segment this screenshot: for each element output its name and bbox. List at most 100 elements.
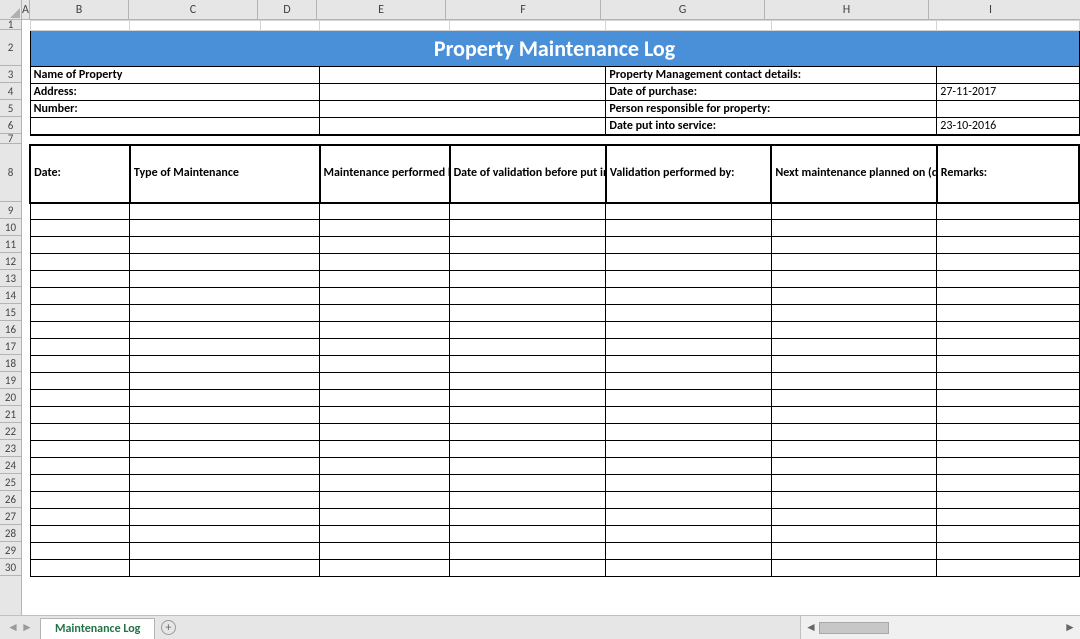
row-header-14[interactable]: 14 <box>0 287 21 304</box>
table-cell[interactable] <box>450 237 606 254</box>
table-cell[interactable] <box>450 271 606 288</box>
field-number[interactable] <box>320 101 606 118</box>
table-cell[interactable] <box>320 237 450 254</box>
table-cell[interactable] <box>937 475 1079 492</box>
table-cell[interactable] <box>606 237 771 254</box>
table-cell[interactable] <box>130 373 320 390</box>
row-header-4[interactable]: 4 <box>0 83 21 100</box>
table-cell[interactable] <box>606 390 771 407</box>
table-cell[interactable] <box>320 254 450 271</box>
table-cell[interactable] <box>937 492 1079 509</box>
table-cell[interactable] <box>450 305 606 322</box>
table-cell[interactable] <box>450 407 606 424</box>
col-header-B[interactable]: B <box>30 0 129 19</box>
scroll-right-icon[interactable]: ► <box>1062 620 1078 636</box>
table-cell[interactable] <box>937 390 1079 407</box>
row-header-5[interactable]: 5 <box>0 100 21 117</box>
field-address[interactable] <box>320 84 606 101</box>
table-cell[interactable] <box>937 288 1079 305</box>
table-cell[interactable] <box>771 305 936 322</box>
table-cell[interactable] <box>320 203 450 220</box>
row-header-8[interactable]: 8 <box>0 144 21 202</box>
table-cell[interactable] <box>30 492 130 509</box>
table-cell[interactable] <box>606 560 771 577</box>
table-cell[interactable] <box>450 475 606 492</box>
table-cell[interactable] <box>606 492 771 509</box>
table-cell[interactable] <box>771 458 936 475</box>
table-cell[interactable] <box>771 543 936 560</box>
col-header-H[interactable]: H <box>765 0 929 19</box>
table-cell[interactable] <box>937 271 1079 288</box>
table-cell[interactable] <box>130 254 320 271</box>
table-cell[interactable] <box>606 305 771 322</box>
table-cell[interactable] <box>130 475 320 492</box>
table-cell[interactable] <box>771 237 936 254</box>
row-header-16[interactable]: 16 <box>0 321 21 338</box>
field-responsible[interactable] <box>937 101 1079 118</box>
table-cell[interactable] <box>30 305 130 322</box>
table-cell[interactable] <box>450 509 606 526</box>
row-header-20[interactable]: 20 <box>0 389 21 406</box>
col-header-F[interactable]: F <box>446 0 601 19</box>
table-cell[interactable] <box>606 288 771 305</box>
table-cell[interactable] <box>771 356 936 373</box>
table-cell[interactable] <box>937 237 1079 254</box>
table-cell[interactable] <box>771 441 936 458</box>
table-cell[interactable] <box>130 424 320 441</box>
table-cell[interactable] <box>320 305 450 322</box>
table-cell[interactable] <box>450 424 606 441</box>
table-cell[interactable] <box>30 543 130 560</box>
table-cell[interactable] <box>606 441 771 458</box>
row-header-27[interactable]: 27 <box>0 508 21 525</box>
table-cell[interactable] <box>937 373 1079 390</box>
table-cell[interactable] <box>450 526 606 543</box>
field-contact-details[interactable] <box>937 67 1079 84</box>
row-header-26[interactable]: 26 <box>0 491 21 508</box>
table-cell[interactable] <box>450 203 606 220</box>
table-cell[interactable] <box>937 407 1079 424</box>
table-cell[interactable] <box>320 373 450 390</box>
table-cell[interactable] <box>320 560 450 577</box>
row-header-11[interactable]: 11 <box>0 236 21 253</box>
table-cell[interactable] <box>30 220 130 237</box>
table-cell[interactable] <box>450 356 606 373</box>
table-cell[interactable] <box>937 203 1079 220</box>
table-cell[interactable] <box>771 322 936 339</box>
table-cell[interactable] <box>30 203 130 220</box>
table-cell[interactable] <box>606 373 771 390</box>
scroll-left-icon[interactable]: ◄ <box>803 620 819 636</box>
table-cell[interactable] <box>130 543 320 560</box>
table-cell[interactable] <box>130 203 320 220</box>
row-header-22[interactable]: 22 <box>0 423 21 440</box>
row-header-23[interactable]: 23 <box>0 440 21 457</box>
row-header-2[interactable]: 2 <box>0 30 21 66</box>
table-cell[interactable] <box>130 526 320 543</box>
col-header-E[interactable]: E <box>317 0 446 19</box>
tab-maintenance-log[interactable]: Maintenance Log <box>40 618 155 639</box>
table-cell[interactable] <box>30 271 130 288</box>
table-cell[interactable] <box>320 390 450 407</box>
table-cell[interactable] <box>771 526 936 543</box>
row-header-19[interactable]: 19 <box>0 372 21 389</box>
row-header-13[interactable]: 13 <box>0 270 21 287</box>
table-cell[interactable] <box>30 560 130 577</box>
row-header-21[interactable]: 21 <box>0 406 21 423</box>
table-cell[interactable] <box>450 492 606 509</box>
row-header-3[interactable]: 3 <box>0 66 21 83</box>
table-cell[interactable] <box>320 339 450 356</box>
table-cell[interactable] <box>450 390 606 407</box>
table-cell[interactable] <box>130 305 320 322</box>
table-cell[interactable] <box>606 203 771 220</box>
table-cell[interactable] <box>771 339 936 356</box>
table-cell[interactable] <box>606 356 771 373</box>
tab-nav-prev-icon[interactable]: ◄ <box>6 620 20 635</box>
field-blank-left[interactable] <box>30 118 319 135</box>
table-cell[interactable] <box>320 322 450 339</box>
table-cell[interactable] <box>771 407 936 424</box>
col-header-G[interactable]: G <box>601 0 765 19</box>
row-header-28[interactable]: 28 <box>0 525 21 542</box>
table-cell[interactable] <box>771 203 936 220</box>
table-cell[interactable] <box>771 220 936 237</box>
table-cell[interactable] <box>937 509 1079 526</box>
col-header-C[interactable]: C <box>129 0 258 19</box>
